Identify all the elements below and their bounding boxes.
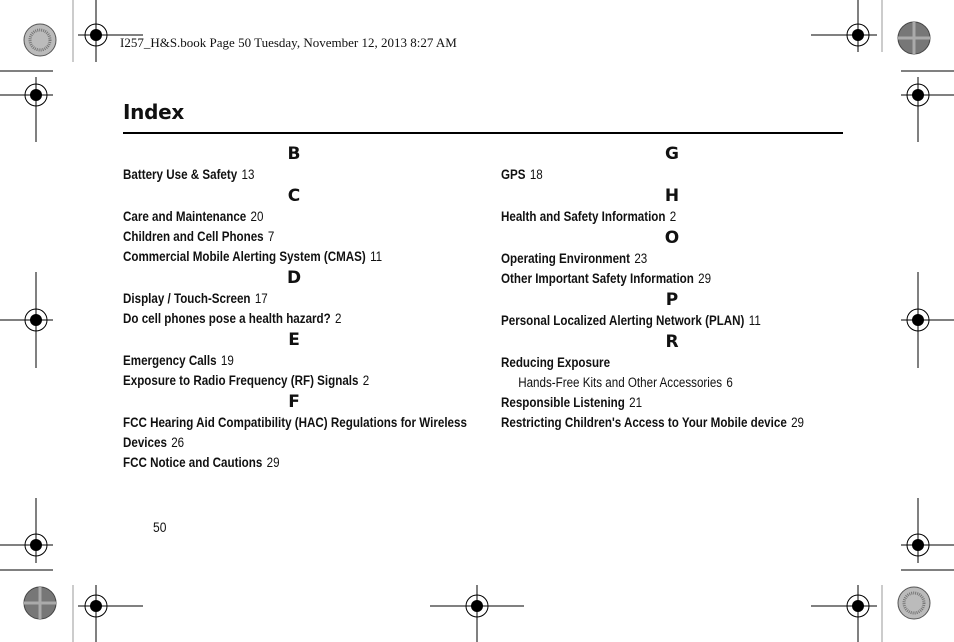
entry-page[interactable]: 26: [171, 435, 184, 450]
index-entry[interactable]: Exposure to Radio Frequency (RF) Signals…: [123, 371, 420, 391]
index-letter-heading: G: [665, 144, 679, 164]
entry-term: Hands-Free Kits and Other Accessories: [518, 375, 723, 390]
entry-term: Personal Localized Alerting Network (PLA…: [501, 313, 745, 328]
entry-page[interactable]: 2: [670, 209, 676, 224]
index-entry[interactable]: Display / Touch-Screen 17: [123, 289, 420, 309]
index-subentry[interactable]: Hands-Free Kits and Other Accessories 6: [501, 373, 798, 393]
entry-term: Responsible Listening: [501, 395, 625, 410]
index-column-left: B Battery Use & Safety 13 C Care and Main…: [123, 143, 468, 473]
index-letter-heading: E: [288, 330, 300, 350]
index-letter-heading: O: [664, 228, 680, 248]
page-number: 50: [153, 519, 167, 535]
entry-page[interactable]: 13: [242, 167, 255, 182]
index-letter-heading: R: [665, 332, 679, 352]
entry-page[interactable]: 7: [268, 229, 274, 244]
entry-page[interactable]: 29: [267, 455, 280, 470]
entry-term: Reducing Exposure: [501, 355, 611, 370]
entry-page[interactable]: 23: [634, 251, 647, 266]
color-bar-circle-icon: [23, 586, 57, 620]
entry-page[interactable]: 17: [255, 291, 268, 306]
index-entry[interactable]: Personal Localized Alerting Network (PLA…: [501, 311, 798, 331]
index-letter-heading: C: [287, 186, 301, 206]
index-entry[interactable]: Do cell phones pose a health hazard? 2: [123, 309, 420, 329]
index-entry[interactable]: Children and Cell Phones 7: [123, 227, 420, 247]
entry-term: Commercial Mobile Alerting System (CMAS): [123, 249, 366, 264]
index-letter-heading: D: [286, 268, 302, 288]
entry-page[interactable]: 11: [749, 313, 761, 328]
index-column-right: G GPS 18 H Health and Safety Information 2…: [501, 143, 846, 433]
entry-page[interactable]: 19: [221, 353, 234, 368]
entry-page[interactable]: 29: [791, 415, 804, 430]
registration-mark-icon: [901, 70, 954, 142]
slug-line: I257_H&S.book Page 50 Tuesday, November …: [120, 35, 457, 50]
entry-page[interactable]: 2: [335, 311, 341, 326]
entry-term: FCC Notice and Cautions: [123, 455, 263, 470]
entry-term: Restricting Children's Access to Your Mo…: [501, 415, 787, 430]
color-bar-circle-icon: [897, 586, 931, 620]
entry-term: Do cell phones pose a health hazard?: [123, 311, 331, 326]
index-entry[interactable]: FCC Notice and Cautions 29: [123, 453, 420, 473]
entry-term: Other Important Safety Information: [501, 271, 694, 286]
index-entry[interactable]: Restricting Children's Access to Your Mo…: [501, 413, 804, 433]
page-title: Index: [123, 100, 184, 124]
entry-term: Care and Maintenance: [123, 209, 247, 224]
entry-page[interactable]: 2: [363, 373, 369, 388]
registration-mark-icon: [0, 498, 53, 571]
index-letter-heading: B: [287, 144, 301, 164]
index-entry[interactable]: Other Important Safety Information 29: [501, 269, 798, 289]
index-letter-heading: H: [664, 186, 680, 206]
entry-term: Exposure to Radio Frequency (RF) Signals: [123, 373, 359, 388]
entry-page[interactable]: 21: [629, 395, 642, 410]
registration-mark-icon: [901, 498, 954, 571]
index-entry[interactable]: Operating Environment 23: [501, 249, 798, 269]
index-entry: Reducing Exposure: [501, 353, 798, 373]
index-letter-heading: P: [665, 290, 679, 310]
entry-page[interactable]: 29: [698, 271, 711, 286]
color-bar-circle-icon: [897, 21, 931, 55]
index-entry[interactable]: Commercial Mobile Alerting System (CMAS)…: [123, 247, 420, 267]
entry-page[interactable]: 18: [530, 167, 543, 182]
registration-mark-icon: [811, 0, 877, 52]
index-entry[interactable]: Care and Maintenance 20: [123, 207, 420, 227]
index-letter-heading: F: [288, 392, 300, 412]
index-entry[interactable]: GPS 18: [501, 165, 798, 185]
entry-term: Display / Touch-Screen: [123, 291, 251, 306]
entry-term: Operating Environment: [501, 251, 631, 266]
color-bar-circle-icon: [23, 23, 57, 57]
index-entry[interactable]: Health and Safety Information 2: [501, 207, 798, 227]
registration-mark-icon: [78, 0, 143, 62]
index-entry[interactable]: Battery Use & Safety 13: [123, 165, 420, 185]
entry-term: Children and Cell Phones: [123, 229, 264, 244]
title-rule: [123, 132, 843, 134]
entry-page[interactable]: 20: [251, 209, 264, 224]
index-entry[interactable]: Emergency Calls 19: [123, 351, 420, 371]
entry-term: Emergency Calls: [123, 353, 217, 368]
registration-mark-icon: [901, 272, 954, 368]
entry-term: GPS: [501, 167, 526, 182]
registration-mark-icon: [78, 585, 143, 642]
index-entry[interactable]: Responsible Listening 21: [501, 393, 798, 413]
registration-mark-icon: [811, 585, 877, 642]
entry-page[interactable]: 6: [726, 375, 732, 390]
registration-mark-icon: [430, 585, 524, 642]
registration-mark-icon: [0, 70, 53, 142]
entry-page[interactable]: 11: [370, 249, 382, 264]
index-entry[interactable]: FCC Hearing Aid Compatibility (HAC) Regu…: [123, 413, 467, 453]
entry-term: Battery Use & Safety: [123, 167, 238, 182]
entry-term: Health and Safety Information: [501, 209, 666, 224]
registration-mark-icon: [0, 272, 53, 368]
